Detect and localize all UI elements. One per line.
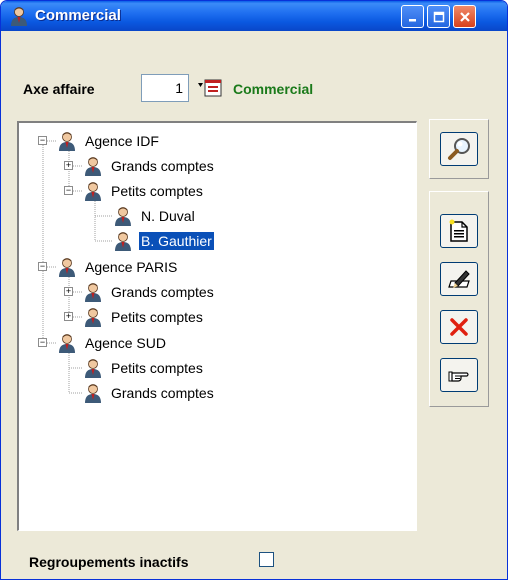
collapse-toggle-agence-paris[interactable]: − bbox=[38, 262, 47, 271]
person-icon bbox=[85, 359, 101, 378]
tree-node-label: Agence PARIS bbox=[85, 259, 178, 275]
tree-node-agence-idf[interactable]: Agence IDF bbox=[57, 130, 161, 152]
person-icon bbox=[115, 232, 131, 251]
pointing-hand-icon bbox=[448, 371, 469, 382]
list-picker-icon bbox=[198, 79, 222, 97]
tree-node-grands-comptes[interactable]: Grands comptes bbox=[83, 155, 216, 177]
search-button[interactable] bbox=[440, 132, 478, 166]
collapse-toggle-agence-idf[interactable]: − bbox=[38, 136, 47, 145]
tree-node-label: Grands comptes bbox=[111, 158, 214, 174]
commercial-window: Commercial Axe affaire 1 Commercial − + … bbox=[0, 0, 508, 580]
minimize-button[interactable] bbox=[401, 5, 424, 28]
new-document-icon bbox=[449, 219, 468, 242]
tree-node-label: Agence SUD bbox=[85, 335, 166, 351]
inactive-groups-checkbox[interactable] bbox=[259, 552, 274, 567]
tree-lines bbox=[42, 140, 113, 394]
move-button[interactable] bbox=[440, 358, 478, 392]
edit-button[interactable] bbox=[440, 262, 478, 296]
person-icon bbox=[85, 283, 101, 302]
delete-x-icon bbox=[450, 318, 468, 336]
tree-node-label: Grands comptes bbox=[111, 385, 214, 401]
person-icon bbox=[59, 258, 75, 277]
collapse-toggle-agence-sud[interactable]: − bbox=[38, 338, 47, 347]
tree-node-paris-petits-comptes[interactable]: Petits comptes bbox=[83, 306, 205, 328]
person-icon bbox=[115, 207, 131, 226]
person-icon bbox=[85, 182, 101, 201]
collapse-toggle-petits-comptes[interactable]: − bbox=[64, 186, 73, 195]
axe-affaire-name: Commercial bbox=[233, 81, 314, 97]
tree-view[interactable]: − + − − + + − Agence IDF Grands comptes … bbox=[17, 121, 417, 531]
tree-node-b-gauthier[interactable]: B. Gauthier bbox=[113, 230, 215, 252]
tree-node-sud-grands-comptes[interactable]: Grands comptes bbox=[83, 382, 216, 404]
tree-node-agence-paris[interactable]: Agence PARIS bbox=[57, 256, 179, 278]
edit-pen-icon bbox=[448, 270, 470, 288]
axe-affaire-picker-button[interactable] bbox=[193, 74, 227, 102]
close-button[interactable] bbox=[453, 5, 476, 28]
title-bar[interactable]: Commercial bbox=[1, 1, 507, 31]
person-icon bbox=[11, 7, 27, 26]
delete-button[interactable] bbox=[440, 310, 478, 344]
tree-node-label: Agence IDF bbox=[85, 133, 159, 149]
tree-node-petits-comptes[interactable]: Petits comptes bbox=[83, 180, 205, 202]
person-icon bbox=[59, 334, 75, 353]
maximize-button[interactable] bbox=[427, 5, 450, 28]
minimize-icon bbox=[408, 18, 416, 21]
tree-node-paris-grands-comptes[interactable]: Grands comptes bbox=[83, 281, 216, 303]
axe-affaire-input[interactable]: 1 bbox=[141, 74, 189, 102]
tree-node-label: N. Duval bbox=[141, 208, 195, 224]
tree-node-label: Grands comptes bbox=[111, 284, 214, 300]
expand-toggle-grands-comptes[interactable]: + bbox=[64, 161, 73, 170]
action-button-group bbox=[429, 191, 489, 407]
tree-node-label: Petits comptes bbox=[111, 309, 203, 325]
expand-toggle-paris-grands-comptes[interactable]: + bbox=[64, 287, 73, 296]
maximize-icon bbox=[433, 11, 444, 22]
person-icon bbox=[85, 384, 101, 403]
tree-node-label: Petits comptes bbox=[111, 183, 203, 199]
magnifier-icon bbox=[448, 138, 470, 160]
axe-affaire-label: Axe affaire bbox=[23, 81, 95, 97]
tree-node-n-duval[interactable]: N. Duval bbox=[113, 205, 197, 227]
tree-node-agence-sud[interactable]: Agence SUD bbox=[57, 332, 168, 354]
tree-node-sud-petits-comptes[interactable]: Petits comptes bbox=[83, 357, 205, 379]
person-icon bbox=[59, 132, 75, 151]
person-icon bbox=[85, 308, 101, 327]
person-icon bbox=[85, 157, 101, 176]
new-button[interactable] bbox=[440, 214, 478, 248]
expand-toggle-paris-petits-comptes[interactable]: + bbox=[64, 312, 73, 321]
inactive-groups-label: Regroupements inactifs bbox=[29, 554, 189, 570]
close-icon bbox=[459, 11, 470, 22]
tree-node-label: B. Gauthier bbox=[138, 231, 215, 251]
window-title: Commercial bbox=[35, 7, 121, 24]
tree-node-label: Petits comptes bbox=[111, 360, 203, 376]
search-button-group bbox=[429, 119, 489, 179]
